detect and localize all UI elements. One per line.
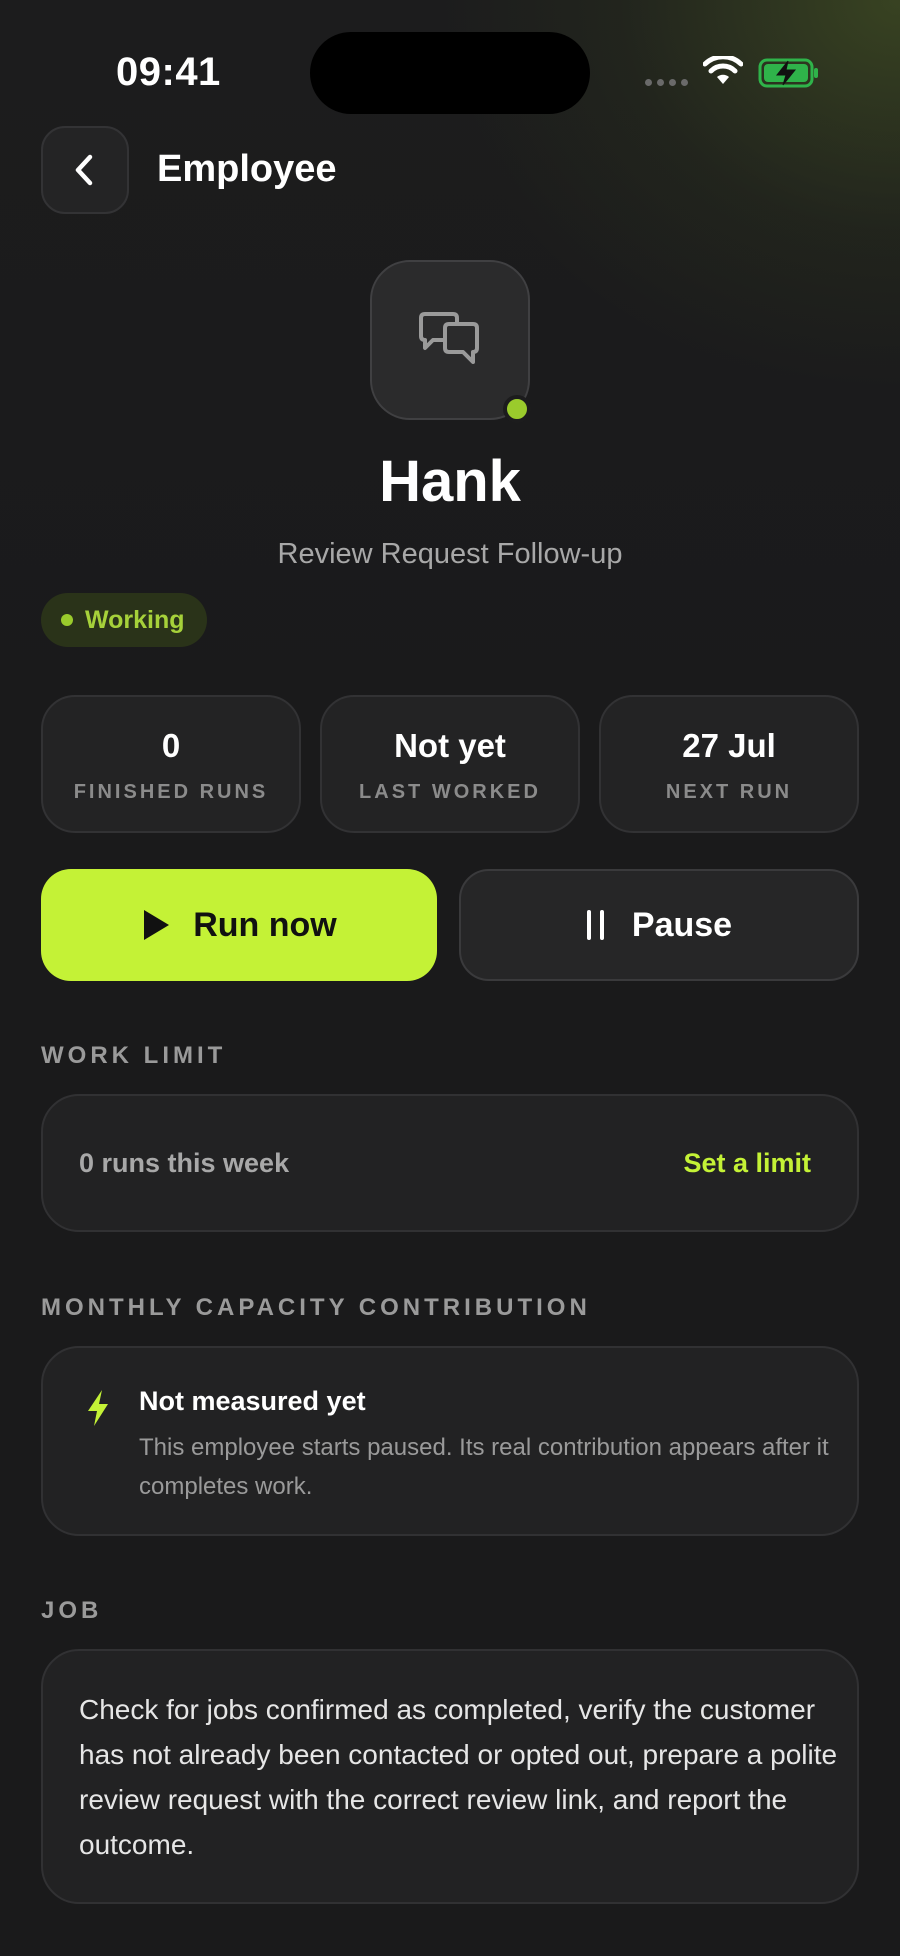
pause-icon: [586, 910, 604, 940]
lightning-icon: [88, 1390, 108, 1426]
work-limit-summary: 0 runs this week: [79, 1148, 290, 1178]
stat-value: Not yet: [394, 727, 506, 764]
play-icon: [144, 910, 170, 940]
stat-finished-runs: 0 FINISHED RUNS: [41, 695, 301, 833]
wifi-icon: [703, 56, 743, 84]
work-limit-heading: WORK LIMIT: [41, 1042, 227, 1069]
pause-label: Pause: [631, 905, 733, 944]
battery-charging-icon: [758, 58, 818, 88]
pause-button[interactable]: Pause: [459, 869, 859, 981]
employee-screen: 09:41 Employee Hank Review Request Follo…: [0, 0, 900, 1956]
work-limit-card: 0 runs this week Set a limit: [41, 1094, 859, 1232]
stat-label: LAST WORKED: [359, 781, 541, 803]
page-title: Employee: [157, 148, 337, 190]
stat-label: NEXT RUN: [665, 781, 793, 803]
set-limit-link[interactable]: Set a limit: [683, 1148, 811, 1179]
stat-last-worked: Not yet LAST WORKED: [320, 695, 580, 833]
stat-next-run: 27 Jul NEXT RUN: [599, 695, 859, 833]
status-time: 09:41: [116, 50, 221, 94]
job-heading: JOB: [41, 1597, 103, 1624]
capacity-title: Not measured yet: [139, 1386, 366, 1416]
capacity-card: Not measured yet This employee starts pa…: [41, 1346, 859, 1536]
chevron-left-icon: [75, 154, 93, 186]
cellular-signal-icon: [645, 79, 688, 86]
run-now-label: Run now: [193, 905, 337, 944]
status-badge-label: Working: [85, 605, 185, 634]
stat-value: 0: [161, 727, 181, 764]
employee-name: Hank: [379, 449, 521, 514]
capacity-description: This employee starts paused. Its real co…: [139, 1434, 829, 1500]
employee-avatar: [370, 260, 530, 420]
dynamic-island: [310, 32, 590, 114]
stat-value: 27 Jul: [682, 727, 776, 764]
run-now-button[interactable]: Run now: [41, 869, 437, 981]
status-badge: Working: [41, 593, 207, 647]
online-status-dot: [503, 395, 531, 423]
job-card: Check for jobs confirmed as completed, v…: [41, 1649, 859, 1904]
chat-bubbles-icon: [419, 312, 479, 364]
job-description: Check for jobs confirmed as completed, v…: [79, 1694, 838, 1860]
capacity-heading: MONTHLY CAPACITY CONTRIBUTION: [41, 1294, 591, 1321]
back-button[interactable]: [41, 126, 129, 214]
status-dot: [61, 614, 73, 626]
stat-label: FINISHED RUNS: [73, 781, 269, 803]
employee-role: Review Request Follow-up: [277, 538, 623, 570]
